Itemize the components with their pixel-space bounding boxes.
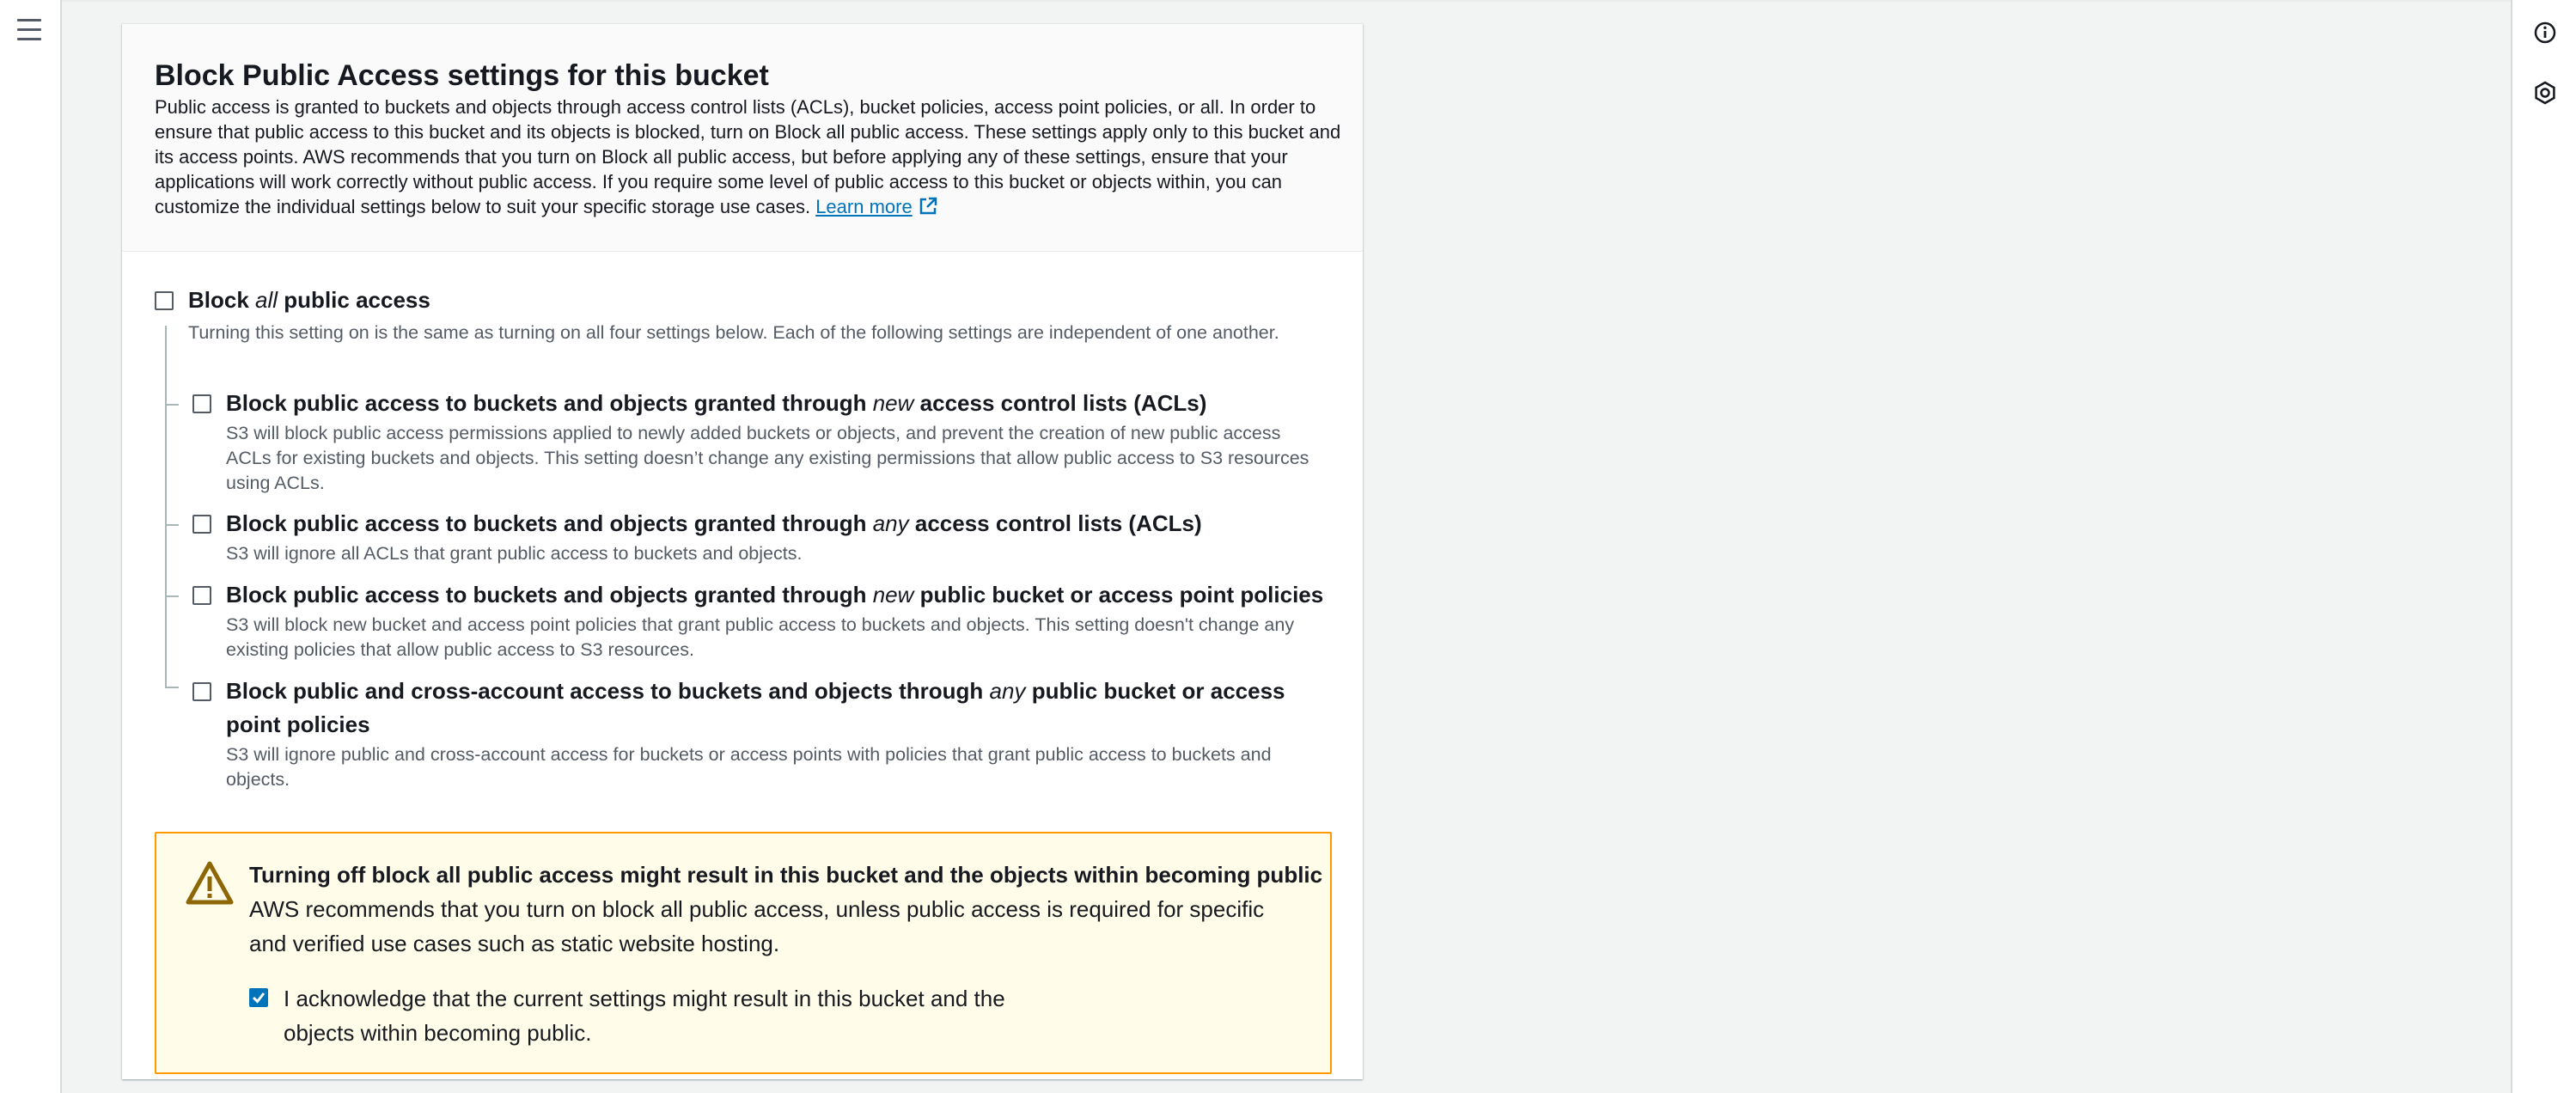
panel-title: Block Public Access settings for this bu… (155, 59, 769, 92)
option-title-pre: Block public access to buckets and objec… (226, 510, 867, 536)
option-title-pre: Block public access to buckets and objec… (226, 390, 867, 416)
option-title-pre: Block public access to buckets and objec… (226, 582, 867, 608)
checkmark-icon (252, 992, 266, 1004)
hamburger-menu-icon[interactable] (17, 19, 43, 45)
block-all-title-post: public access (284, 287, 430, 313)
external-link-icon (918, 196, 938, 223)
block-any-acls-description: S3 will ignore all ACLs that grant publi… (226, 543, 803, 564)
info-icon[interactable] (2531, 19, 2559, 46)
top-divider (62, 0, 2511, 2)
block-any-policies-checkbox[interactable] (192, 682, 211, 701)
block-all-checkbox[interactable] (155, 291, 174, 310)
block-new-policies-title: Block public access to buckets and objec… (226, 578, 1323, 612)
block-any-acls-checkbox[interactable] (192, 515, 211, 534)
warning-title: Turning off block all public access migh… (249, 862, 1323, 888)
panel-body: Block all public access Turning this set… (122, 252, 1363, 1079)
block-new-acls-description: S3 will block public access permissions … (226, 423, 1309, 493)
learn-more-label: Learn more (815, 196, 913, 217)
block-all-title-pre: Block (188, 287, 249, 313)
option-title-post: access control lists (ACLs) (919, 390, 1207, 416)
block-any-acls-title: Block public access to buckets and objec… (226, 507, 1202, 540)
right-tools-rail (2511, 0, 2576, 1093)
block-public-access-panel: Block Public Access settings for this bu… (122, 24, 1363, 1079)
left-navigation-rail (0, 0, 62, 1093)
option-title-post: public bucket or access point policies (919, 582, 1324, 608)
acknowledge-checkbox[interactable] (249, 988, 268, 1007)
option-title-emphasis: any (872, 510, 909, 536)
tree-branch (165, 524, 179, 526)
block-all-title: Block all public access (188, 284, 430, 317)
block-new-acls-checkbox[interactable] (192, 394, 211, 413)
acknowledge-label[interactable]: I acknowledge that the current settings … (284, 981, 1040, 1050)
option-title-emphasis: new (872, 390, 914, 416)
option-title-post: access control lists (ACLs) (914, 510, 1202, 536)
settings-hexagon-icon[interactable] (2531, 79, 2559, 107)
block-any-policies-title: Block public and cross-account access to… (226, 675, 1322, 742)
block-new-policies-checkbox[interactable] (192, 586, 211, 605)
block-all-description: Turning this setting on is the same as t… (188, 322, 1279, 343)
warning-alert: Turning off block all public access migh… (155, 832, 1332, 1074)
option-title-pre: Block public and cross-account access to… (226, 678, 984, 704)
learn-more-link[interactable]: Learn more (815, 196, 938, 217)
tree-branch (165, 404, 179, 406)
panel-description: Public access is granted to buckets and … (155, 95, 1349, 223)
block-all-title-emphasis: all (255, 287, 278, 313)
option-title-emphasis: any (989, 678, 1026, 704)
warning-triangle-icon (186, 859, 234, 912)
panel-header: Block Public Access settings for this bu… (122, 24, 1363, 252)
panel-description-text: Public access is granted to buckets and … (155, 96, 1341, 217)
block-new-acls-title: Block public access to buckets and objec… (226, 387, 1206, 420)
tree-branch (165, 595, 179, 597)
block-new-policies-description: S3 will block new bucket and access poin… (226, 614, 1295, 660)
warning-text: AWS recommends that you turn on block al… (249, 896, 1265, 956)
tree-connector-line (165, 326, 167, 687)
option-title-emphasis: new (872, 582, 914, 608)
tree-branch (165, 687, 179, 688)
block-any-policies-description: S3 will ignore public and cross-account … (226, 744, 1272, 790)
